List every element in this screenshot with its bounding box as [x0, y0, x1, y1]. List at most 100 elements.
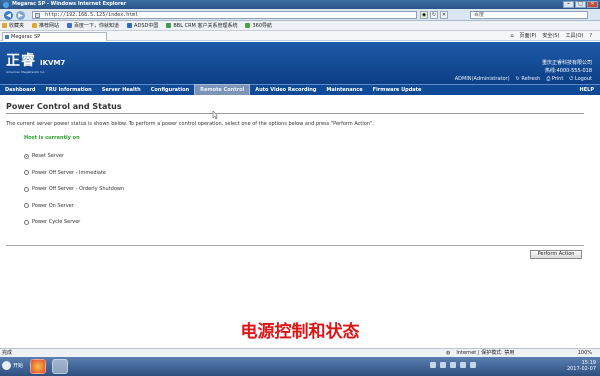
page-icon	[32, 23, 38, 28]
page-icon	[245, 23, 251, 28]
radio-power-cycle[interactable]	[24, 219, 29, 225]
url-input[interactable]: http://192.168.5.125/index.html	[32, 11, 417, 19]
refresh-link[interactable]: ↻ Refresh	[516, 76, 541, 82]
globe-icon: ◍	[446, 350, 451, 356]
tray-icon[interactable]	[460, 362, 466, 368]
tools-menu[interactable]: 工具(O)	[566, 32, 584, 40]
option-label: Reset Server	[32, 153, 64, 160]
menu-maintenance[interactable]: Maintenance	[321, 85, 367, 95]
tab-command-bar: Megarac SP ⌂ 页面(P) 安全(S) 工具(O) ?	[0, 31, 600, 41]
favorite-link[interactable]: ADSD中国	[127, 22, 158, 29]
search-placeholder: 百度	[474, 12, 485, 18]
tray-icon[interactable]	[430, 362, 436, 368]
clock-date: 2017-02-07	[566, 366, 596, 372]
menu-help[interactable]: HELP	[575, 85, 600, 95]
option-label: Power Off Server - Orderly Shutdown	[32, 186, 125, 193]
stop-icon[interactable]: ✕	[440, 11, 448, 19]
mouse-cursor-icon	[212, 111, 218, 119]
close-icon[interactable]: ✕	[587, 1, 598, 8]
tray-icon[interactable]	[470, 362, 476, 368]
option-power-off-orderly[interactable]: Power Off Server - Orderly Shutdown	[24, 181, 124, 198]
command-buttons: ⌂ 页面(P) 安全(S) 工具(O) ?	[510, 32, 592, 40]
security-zone: ◍ Internet | 保护模式: 禁用	[446, 350, 515, 356]
user-actions: ADMIN(Administrator) ↻ Refresh ⎙ Print ⏻…	[455, 76, 592, 82]
page-menu[interactable]: 页面(P)	[520, 32, 537, 40]
help-icon[interactable]: ?	[589, 32, 592, 40]
logout-link[interactable]: ⏻ Logout	[569, 76, 592, 82]
option-power-cycle[interactable]: Power Cycle Server	[24, 214, 124, 231]
page-icon	[166, 23, 172, 28]
print-link[interactable]: ⎙ Print	[546, 76, 563, 82]
user-bar: ADMIN(Administrator) ↻ Refresh ⎙ Print ⏻…	[0, 74, 600, 84]
url-text: http://192.168.5.125/index.html	[45, 12, 139, 18]
start-button[interactable]: 开始	[2, 361, 23, 370]
radio-reset-server[interactable]	[24, 153, 29, 159]
system-tray	[430, 362, 476, 368]
page-description: The current server power status is shown…	[6, 121, 374, 127]
forward-arrow-icon[interactable]: ▶	[16, 11, 25, 20]
option-power-on[interactable]: Power On Server	[24, 198, 124, 215]
option-reset-server[interactable]: Reset Server	[24, 148, 124, 165]
back-arrow-icon[interactable]: ◀	[4, 11, 13, 20]
star-icon	[2, 23, 7, 28]
compat-view-icon[interactable]: ◆	[420, 11, 428, 19]
taskbar-app-ie-icon[interactable]	[52, 359, 68, 374]
menu-firmware-update[interactable]: Firmware Update	[368, 85, 427, 95]
window-title: Megarac SP - Windows Internet Explorer	[12, 1, 127, 7]
favorite-link[interactable]: 百度一下，你就知道	[67, 22, 119, 29]
zoom-level[interactable]: 100%	[578, 349, 592, 357]
minimize-icon[interactable]: –	[563, 1, 574, 8]
brand-logo: 正睿	[6, 53, 36, 69]
home-icon[interactable]: ⌂	[510, 32, 513, 40]
page-title: Power Control and Status	[6, 102, 122, 111]
main-menu: Dashboard FRU Information Server Health …	[0, 84, 600, 96]
ie-logo-icon	[3, 2, 9, 8]
power-options: Reset Server Power Off Server - Immediat…	[24, 148, 124, 231]
company-name: 重庆正睿科技有限公司	[541, 60, 592, 66]
address-bar: ◀ ▶ http://192.168.5.125/index.html ◆ ↻ …	[0, 9, 600, 21]
option-label: Power On Server	[32, 202, 74, 209]
menu-dashboard[interactable]: Dashboard	[0, 85, 41, 95]
tab-page-icon	[5, 35, 9, 39]
user-label: ADMIN(Administrator)	[454, 76, 510, 82]
status-text: 完成	[2, 350, 13, 356]
radio-power-on[interactable]	[24, 203, 29, 209]
favorite-link[interactable]: 推荐网站	[32, 22, 59, 29]
favorite-link[interactable]: BBL CRM 客户关系管理系统	[166, 22, 237, 29]
window-titlebar: Megarac SP - Windows Internet Explorer –…	[0, 0, 600, 9]
host-status: Host is currently on	[24, 135, 80, 141]
option-label: Power Cycle Server	[32, 219, 81, 226]
refresh-icon[interactable]: ↻	[430, 11, 438, 19]
page-content: Power Control and Status The current ser…	[0, 95, 600, 348]
menu-configuration[interactable]: Configuration	[146, 85, 194, 95]
maximize-icon[interactable]: □	[575, 1, 586, 8]
page-icon	[127, 23, 133, 28]
clock[interactable]: 15:19 2017-02-07	[567, 360, 596, 372]
favorite-link[interactable]: 360导航	[245, 22, 272, 29]
favorites-bar: 收藏夹 推荐网站 百度一下，你就知道 ADSD中国 BBL CRM 客户关系管理…	[0, 21, 600, 31]
address-tools: ◆ ↻ ✕	[420, 11, 448, 19]
tray-icon[interactable]	[440, 362, 446, 368]
menu-fru-information[interactable]: FRU Information	[41, 85, 97, 95]
option-power-off-immediate[interactable]: Power Off Server - Immediate	[24, 165, 124, 182]
radio-power-off-immediate[interactable]	[24, 170, 29, 176]
menu-server-health[interactable]: Server Health	[97, 85, 146, 95]
windows-taskbar: 开始 15:19 2017-02-07	[0, 357, 600, 376]
menu-auto-video-recording[interactable]: Auto Video Recording	[250, 85, 321, 95]
title-divider	[6, 113, 584, 114]
search-input[interactable]: 百度	[470, 11, 588, 19]
radio-power-off-orderly[interactable]	[24, 186, 29, 192]
window-controls: – □ ✕	[563, 1, 598, 8]
page-icon	[35, 13, 40, 18]
option-label: Power Off Server - Immediate	[32, 169, 107, 176]
taskbar-app-chrome-icon[interactable]	[30, 359, 46, 374]
favorites-button[interactable]: 收藏夹	[2, 22, 24, 29]
browser-status-bar: 完成 ◍ Internet | 保护模式: 禁用 100%	[0, 348, 600, 357]
safety-menu[interactable]: 安全(S)	[542, 32, 559, 40]
overlay-caption: 电源控制和状态	[240, 322, 360, 342]
tray-icon[interactable]	[450, 362, 456, 368]
browser-tab[interactable]: Megarac SP	[2, 32, 107, 41]
perform-action-button[interactable]: Perform Action	[530, 250, 582, 259]
actions-divider	[6, 245, 584, 246]
product-name: IKVM7	[40, 59, 66, 67]
